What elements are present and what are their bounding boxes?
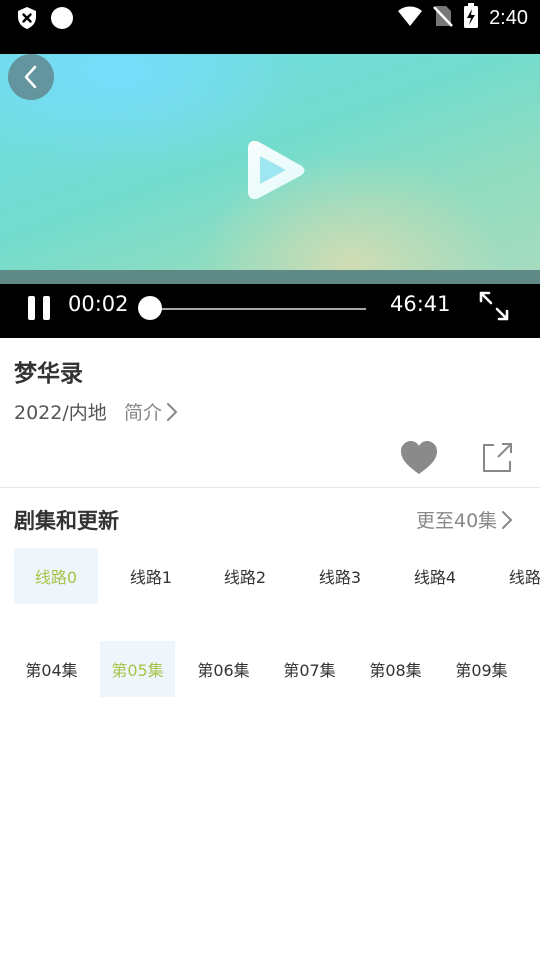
pause-icon	[28, 296, 35, 320]
episode-item[interactable]: 第04集	[14, 641, 89, 697]
episodes-more-label: 更至40集	[416, 510, 498, 532]
episode-item[interactable]: 第08集	[358, 641, 433, 697]
heart-icon	[401, 441, 437, 474]
video-player[interactable]: 00:02 46:41	[0, 54, 540, 338]
episode-item[interactable]: 第09集	[444, 641, 519, 697]
back-button[interactable]	[8, 54, 54, 100]
episode-item[interactable]: 第06集	[186, 641, 261, 697]
divider	[0, 487, 540, 488]
seek-thumb[interactable]	[138, 296, 163, 320]
episode-item[interactable]: 第05集	[100, 641, 175, 697]
route-tab[interactable]: 线路1	[109, 548, 193, 604]
no-sim-icon	[433, 4, 453, 32]
episodes-more-link[interactable]: 更至40集	[416, 506, 513, 533]
battery-charging-icon	[463, 3, 479, 33]
episode-item[interactable]: 第07集	[272, 641, 347, 697]
share-button[interactable]	[480, 441, 514, 475]
route-tab[interactable]: 线路2	[203, 548, 287, 604]
route-tabs: 线路0 线路1 线路2 线路3 线路4 线路5	[14, 548, 540, 604]
chevron-right-icon	[502, 510, 513, 529]
status-time: 2:40	[489, 6, 528, 29]
play-logo-icon	[248, 140, 305, 200]
route-tab[interactable]: 线路4	[393, 548, 477, 604]
favorite-button[interactable]	[400, 440, 438, 476]
status-bar: 2:40	[0, 0, 540, 54]
episodes-heading: 剧集和更新	[14, 509, 119, 533]
status-left	[16, 6, 74, 34]
share-icon	[483, 443, 512, 472]
wifi-icon	[397, 5, 423, 31]
video-title: 梦华录	[14, 361, 83, 387]
pause-button[interactable]	[24, 290, 54, 326]
chevron-right-icon	[167, 402, 178, 421]
route-tab[interactable]: 线路5	[488, 548, 540, 604]
current-time: 00:02	[68, 292, 129, 316]
chevron-left-icon	[24, 65, 37, 89]
route-tab[interactable]: 线路0	[14, 548, 98, 604]
fullscreen-button[interactable]	[476, 288, 512, 324]
route-tab[interactable]: 线路3	[298, 548, 382, 604]
fullscreen-icon	[479, 291, 509, 321]
player-controls: 00:02 46:41	[0, 284, 540, 338]
seek-bar[interactable]	[150, 308, 366, 310]
episode-list: 第04集 第05集 第06集 第07集 第08集 第09集	[14, 641, 540, 697]
intro-label: 简介	[124, 402, 163, 424]
video-meta: 2022/内地	[14, 402, 107, 424]
video-buffer-bar	[0, 270, 540, 284]
pause-icon-bar	[43, 296, 50, 320]
circle-icon	[50, 6, 74, 34]
total-time: 46:41	[390, 292, 451, 316]
shield-x-icon	[16, 6, 38, 34]
intro-link[interactable]: 简介	[124, 398, 178, 425]
screen: 2:40 00:02 46:41 梦华录 2022/内地 简介 剧集和更新 更至…	[0, 0, 540, 960]
status-right: 2:40	[397, 3, 528, 33]
